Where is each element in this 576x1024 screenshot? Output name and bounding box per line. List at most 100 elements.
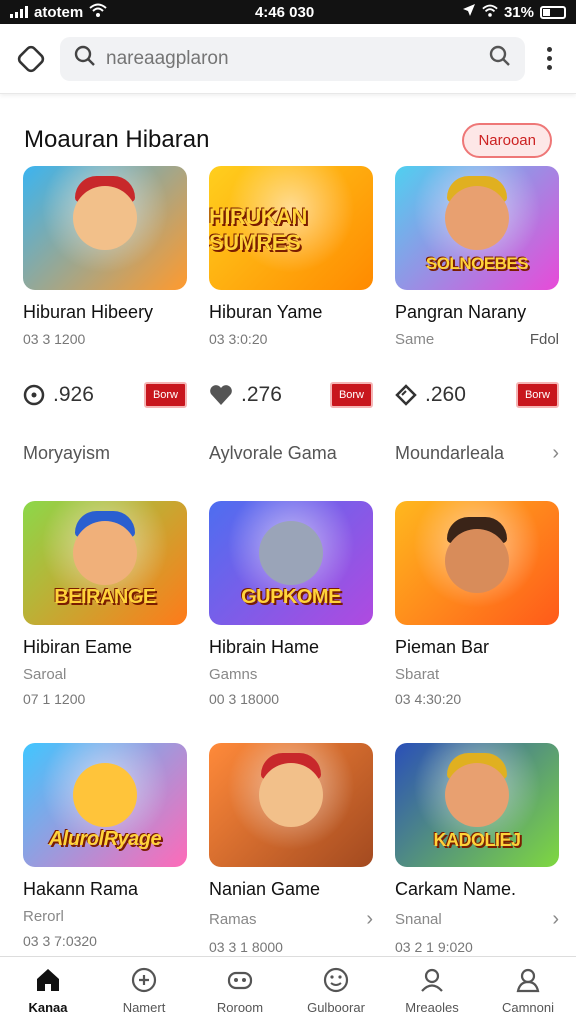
game-thumbnail[interactable]: SOLNOEBES <box>395 166 559 290</box>
game-subtitle-row: Rerorl <box>23 908 187 925</box>
profile-icon <box>516 968 540 993</box>
game-card[interactable]: SOLNOEBES Pangran Narany Same Fdol <box>395 166 559 348</box>
section-header: Moauran Hibaran Narooan <box>0 94 576 166</box>
clock-icon <box>23 384 45 406</box>
nav-item-profile[interactable]: Camnoni <box>480 957 576 1024</box>
game-thumbnail[interactable]: BEIRANGE <box>23 501 187 625</box>
game-subtitle: Snanal <box>395 911 442 928</box>
game-title: Hiburan Yame <box>209 302 323 322</box>
search-input[interactable] <box>106 47 479 70</box>
category-link[interactable]: Moryayism <box>23 442 187 465</box>
stat-value: .926 <box>53 383 94 406</box>
category-label: Moryayism <box>23 443 111 463</box>
heart-icon <box>210 385 232 405</box>
stat-tag-button[interactable]: Borw <box>515 382 559 408</box>
character-face-icon <box>445 763 509 827</box>
thumb-banner: KADOLIEJ <box>433 830 521 850</box>
search-bar[interactable] <box>60 36 525 81</box>
game-count: 03 4:30:20 <box>395 691 462 707</box>
game-card[interactable]: HIRUKAN SUMRES Hiburan Yame 03 3:0:20 <box>209 166 373 348</box>
game-extra: Fdol <box>529 331 559 348</box>
search-icon[interactable] <box>74 45 96 72</box>
nav-item-messages[interactable]: Mreaoles <box>384 957 480 1024</box>
game-subtitle-row: Sbarat <box>395 666 559 683</box>
stat-tag-button[interactable]: Borw <box>143 382 187 408</box>
game-title: Hibiran Eame <box>23 637 133 657</box>
thumb-banner: BEIRANGE <box>54 586 156 608</box>
section-title: Moauran Hibaran <box>24 126 210 153</box>
character-face-icon <box>73 763 137 827</box>
game-title: Hiburan Hibeery <box>23 302 154 322</box>
game-card[interactable]: GUPKOME Hibrain Hame Gamns 00 3 18000 <box>209 501 373 707</box>
thumb-banner: GUPKOME <box>241 586 341 608</box>
game-subtitle-row: Gamns <box>209 666 373 683</box>
game-subtitle-row: Snanal › <box>395 908 559 931</box>
game-title: Pieman Bar <box>395 637 490 657</box>
stat-item: .276 Borw <box>209 382 373 408</box>
game-thumbnail[interactable]: KADOLIEJ <box>395 743 559 867</box>
game-count: 03 3 7:0320 <box>23 933 97 949</box>
search-submit-icon[interactable] <box>489 45 511 72</box>
character-face-icon <box>259 521 323 585</box>
app-logo-icon[interactable] <box>15 42 47 75</box>
nav-item-home[interactable]: Kanaa <box>0 957 96 1024</box>
game-subtitle: Rerorl <box>23 908 64 925</box>
smiley-icon <box>323 967 349 993</box>
game-thumbnail[interactable] <box>395 501 559 625</box>
game-card[interactable]: KADOLIEJ Carkam Name. Snanal › 03 2 1 9:… <box>395 743 559 955</box>
game-grid-row-1: Hiburan Hibeery 03 3 1200 HIRUKAN SUMRES… <box>0 166 576 348</box>
category-link[interactable]: Aylvorale Gama <box>209 442 373 465</box>
category-link[interactable]: Moundarleala › <box>395 442 559 465</box>
category-label: Aylvorale Gama <box>209 443 337 463</box>
game-thumbnail[interactable]: AlurolRyage <box>23 743 187 867</box>
thumb-banner: SOLNOEBES <box>425 254 529 273</box>
more-menu-icon[interactable] <box>541 41 558 76</box>
game-subtitle: Ramas <box>209 911 257 928</box>
game-title: Hibrain Hame <box>209 637 320 657</box>
game-count: 00 3 18000 <box>209 691 280 707</box>
game-count: 07 1 1200 <box>23 691 86 707</box>
stat-tag-button[interactable]: Borw <box>329 382 373 408</box>
user-icon <box>421 968 443 992</box>
chevron-right-icon[interactable]: › <box>552 908 559 931</box>
game-subtitle: Gamns <box>209 666 258 683</box>
game-card[interactable]: BEIRANGE Hibiran Eame Saroal 07 1 1200 <box>23 501 187 707</box>
section-action-button[interactable]: Narooan <box>462 122 552 158</box>
game-card[interactable]: AlurolRyage Hakann Rama Rerorl 03 3 7:03… <box>23 743 187 955</box>
chevron-right-icon[interactable]: › <box>552 442 559 465</box>
character-face-icon <box>445 186 509 250</box>
nav-label: Kanaa <box>28 1000 68 1015</box>
game-thumbnail[interactable]: GUPKOME <box>209 501 373 625</box>
nav-item-room[interactable]: Roroom <box>192 957 288 1024</box>
thumb-banner: HIRUKAN SUMRES <box>209 204 307 255</box>
game-grid-row-2: BEIRANGE Hibiran Eame Saroal 07 1 1200 G… <box>0 501 576 707</box>
category-label: Moundarleala <box>395 443 505 463</box>
game-card[interactable]: Nanian Game Ramas › 03 3 1 8000 <box>209 743 373 955</box>
game-count: 03 3 1 8000 <box>209 939 283 955</box>
carrier-label: atotem <box>34 3 84 21</box>
game-thumbnail[interactable] <box>209 743 373 867</box>
game-thumbnail[interactable] <box>23 166 187 290</box>
clock-time: 4:46 030 <box>254 3 315 21</box>
game-subtitle: Sbarat <box>395 666 440 683</box>
chevron-right-icon[interactable]: › <box>366 908 373 931</box>
game-thumbnail[interactable]: HIRUKAN SUMRES <box>209 166 373 290</box>
stat-value: .260 <box>425 383 466 406</box>
status-bar: atotem 4:46 030 31% <box>0 0 576 24</box>
bottom-nav: Kanaa Namert Roroom Gulboorar Mreaoles C… <box>0 956 576 1024</box>
game-count: 03 3 1200 <box>23 331 86 347</box>
signal-icon <box>10 6 28 18</box>
game-title: Carkam Name. <box>395 879 517 899</box>
thumb-banner: AlurolRyage <box>48 828 162 850</box>
nav-label: Camnoni <box>501 1000 555 1015</box>
nav-item-games[interactable]: Namert <box>96 957 192 1024</box>
game-title: Pangran Narany <box>395 302 527 322</box>
battery-icon <box>540 5 566 19</box>
stats-row: .926 Borw .276 Borw .260 Borw <box>0 382 576 408</box>
nav-item-fun[interactable]: Gulboorar <box>288 957 384 1024</box>
top-bar <box>0 24 576 94</box>
game-card[interactable]: Hiburan Hibeery 03 3 1200 <box>23 166 187 348</box>
category-row: Moryayism Aylvorale Gama Moundarleala › <box>0 442 576 465</box>
game-subtitle: Saroal <box>23 666 67 683</box>
game-card[interactable]: Pieman Bar Sbarat 03 4:30:20 <box>395 501 559 707</box>
